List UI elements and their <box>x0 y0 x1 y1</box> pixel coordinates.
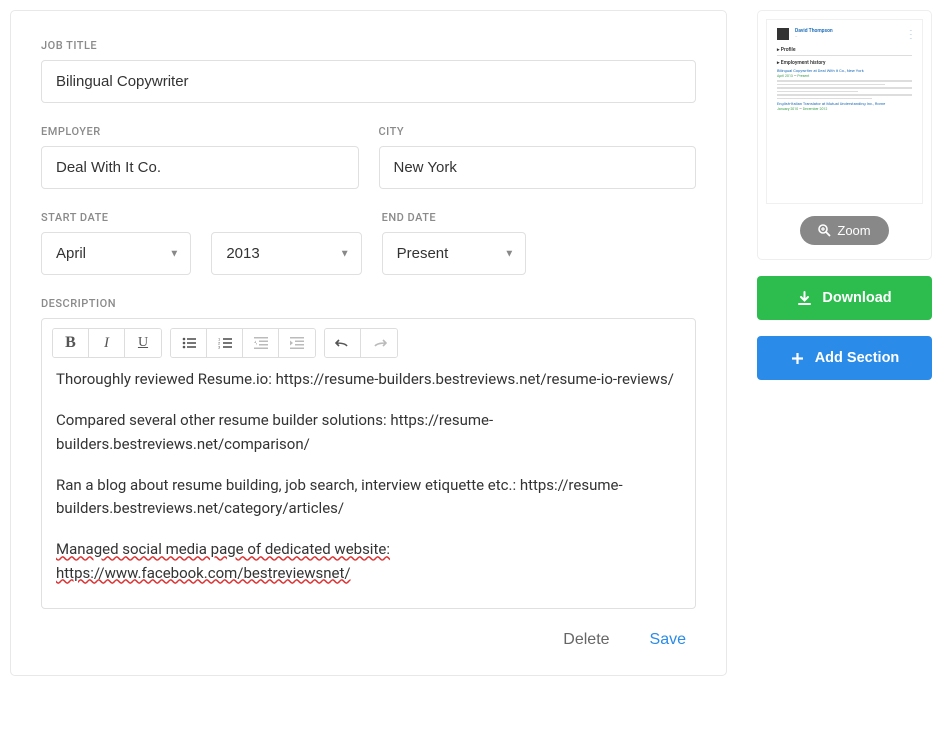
sidebar: David Thompson — ——— Profile Employment … <box>757 10 932 676</box>
editor-toolbar: B I U 123 <box>42 319 695 358</box>
start-year-select[interactable]: ▼ <box>211 232 361 275</box>
redo-button[interactable] <box>361 329 397 357</box>
job-title-label: JOB TITLE <box>41 39 696 52</box>
job-title-group: JOB TITLE <box>41 39 696 103</box>
start-month-select[interactable]: ▼ <box>41 232 191 275</box>
add-section-button[interactable]: Add Section <box>757 336 932 380</box>
employment-form: JOB TITLE EMPLOYER CITY START DATE ▼ <box>10 10 727 676</box>
download-button[interactable]: Download <box>757 276 932 320</box>
zoom-icon <box>818 224 831 237</box>
end-date-label: END DATE <box>382 211 696 224</box>
start-date-group: START DATE ▼ ▼ <box>41 211 362 275</box>
rich-text-editor: B I U 123 <box>41 318 696 609</box>
employer-group: EMPLOYER <box>41 125 359 189</box>
italic-button[interactable]: I <box>89 329 125 357</box>
resume-preview[interactable]: David Thompson — ——— Profile Employment … <box>766 19 923 204</box>
resume-preview-card: David Thompson — ——— Profile Employment … <box>757 10 932 260</box>
indent-button[interactable] <box>279 329 315 357</box>
start-date-label: START DATE <box>41 211 362 224</box>
svg-text:3: 3 <box>218 345 221 350</box>
employer-label: EMPLOYER <box>41 125 359 138</box>
description-textarea[interactable]: Thoroughly reviewed Resume.io: https://r… <box>42 358 695 608</box>
underline-button[interactable]: U <box>125 329 161 357</box>
bold-button[interactable]: B <box>53 329 89 357</box>
save-button[interactable]: Save <box>650 631 686 649</box>
end-date-group: END DATE ▼ <box>382 211 696 275</box>
city-group: CITY <box>379 125 697 189</box>
zoom-button[interactable]: Zoom <box>800 216 888 245</box>
description-group: DESCRIPTION B I U 123 <box>41 297 696 609</box>
city-input[interactable] <box>379 146 697 189</box>
end-date-select[interactable]: ▼ <box>382 232 527 275</box>
download-icon <box>797 291 812 306</box>
job-title-input[interactable] <box>41 60 696 103</box>
employer-input[interactable] <box>41 146 359 189</box>
bullet-list-button[interactable] <box>171 329 207 357</box>
city-label: CITY <box>379 125 697 138</box>
outdent-button[interactable] <box>243 329 279 357</box>
description-label: DESCRIPTION <box>41 297 696 310</box>
undo-button[interactable] <box>325 329 361 357</box>
numbered-list-button[interactable]: 123 <box>207 329 243 357</box>
form-footer: Delete Save <box>41 609 696 655</box>
delete-button[interactable]: Delete <box>563 631 609 649</box>
plus-icon <box>790 351 805 366</box>
avatar <box>777 28 789 40</box>
